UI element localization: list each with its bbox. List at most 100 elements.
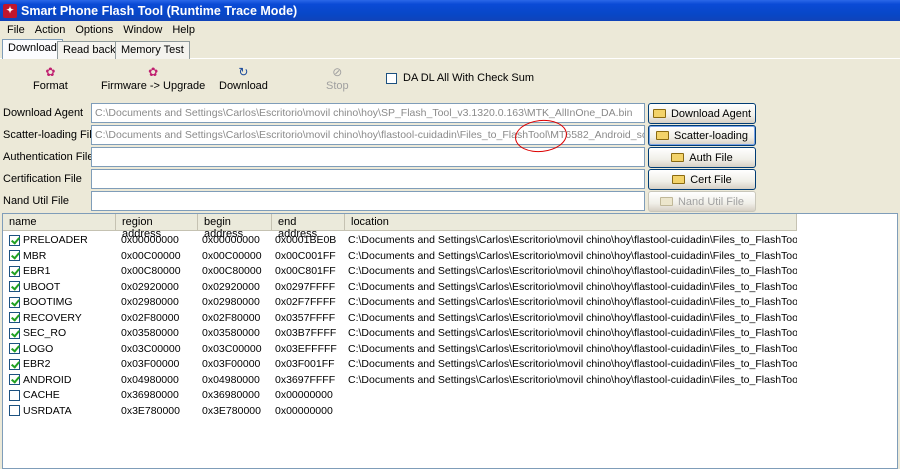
- table-row[interactable]: RECOVERY 0x02F80000 0x02F80000 0x0357FFFF C:…: [3, 310, 797, 326]
- scatter-label: Scatter-loading File: [3, 129, 98, 141]
- nand-util-button[interactable]: Nand Util File: [648, 191, 756, 212]
- auth-file-button[interactable]: Auth File: [648, 147, 756, 168]
- menu-action[interactable]: Action: [30, 24, 71, 36]
- download-agent-button-label: Download Agent: [670, 107, 752, 120]
- scatter-loading-button[interactable]: Scatter-loading: [648, 125, 756, 146]
- row-checkbox[interactable]: [9, 265, 20, 277]
- row-begin-address: 0x02920000: [202, 280, 260, 293]
- row-name-cell: CACHE: [3, 389, 116, 401]
- row-location: C:\Documents and Settings\Carlos\Escrito…: [348, 265, 797, 278]
- row-name-cell: PRELOADER: [3, 234, 116, 246]
- scatter-loading-button-label: Scatter-loading: [674, 129, 748, 142]
- row-name-cell: BOOTIMG: [3, 296, 116, 308]
- download-agent-label: Download Agent: [3, 107, 84, 119]
- row-location: C:\Documents and Settings\Carlos\Escrito…: [348, 311, 797, 324]
- window-title: Smart Phone Flash Tool (Runtime Trace Mo…: [21, 3, 298, 18]
- download-label: Download: [219, 80, 268, 92]
- nand-field[interactable]: [91, 191, 645, 211]
- row-region-address: 0x36980000: [121, 389, 179, 402]
- row-name: MBR: [23, 249, 47, 262]
- partition-list[interactable]: name region address begin address end ad…: [2, 213, 898, 469]
- row-end-address: 0x00C801FF: [275, 265, 336, 278]
- row-name: SEC_RO: [23, 327, 67, 340]
- nand-util-button-label: Nand Util File: [677, 195, 745, 208]
- row-checkbox[interactable]: [9, 296, 20, 308]
- row-checkbox[interactable]: [9, 281, 20, 293]
- row-name-cell: USRDATA: [3, 405, 116, 417]
- row-region-address: 0x00C00000: [121, 249, 181, 262]
- cert-row: Certification File Cert File: [0, 169, 900, 190]
- table-row[interactable]: EBR2 0x03F00000 0x03F00000 0x03F001FF C:\Doc…: [3, 357, 797, 373]
- stop-button[interactable]: ⊘ Stop: [326, 64, 349, 92]
- row-begin-address: 0x03580000: [202, 327, 260, 340]
- table-row[interactable]: USRDATA 0x3E780000 0x3E780000 0x00000000: [3, 403, 797, 419]
- stop-icon: ⊘: [332, 65, 343, 79]
- table-row[interactable]: SEC_RO 0x03580000 0x03580000 0x03B7FFFF C:\D…: [3, 326, 797, 342]
- row-region-address: 0x00000000: [121, 234, 179, 247]
- row-checkbox[interactable]: [9, 327, 20, 339]
- row-begin-address: 0x03C00000: [202, 342, 262, 355]
- row-end-address: 0x0357FFFF: [275, 311, 336, 324]
- row-location: C:\Documents and Settings\Carlos\Escrito…: [348, 280, 797, 293]
- table-row[interactable]: LOGO 0x03C00000 0x03C00000 0x03EFFFFF C:\Doc…: [3, 341, 797, 357]
- row-region-address: 0x04980000: [121, 373, 179, 386]
- tab-memory-test[interactable]: Memory Test: [115, 41, 190, 59]
- col-location[interactable]: location: [345, 214, 797, 231]
- menu-bar: File Action Options Window Help: [0, 21, 900, 39]
- format-label: Format: [33, 80, 68, 92]
- table-row[interactable]: CACHE 0x36980000 0x36980000 0x00000000: [3, 388, 797, 404]
- cert-file-button[interactable]: Cert File: [648, 169, 756, 190]
- row-checkbox[interactable]: [9, 234, 20, 246]
- menu-file[interactable]: File: [2, 24, 30, 36]
- firmware-upgrade-button[interactable]: ✿ Firmware -> Upgrade: [101, 64, 205, 92]
- menu-options[interactable]: Options: [70, 24, 118, 36]
- row-name: PRELOADER: [23, 234, 88, 247]
- row-end-address: 0x03B7FFFF: [275, 327, 337, 340]
- row-checkbox[interactable]: [9, 343, 20, 355]
- row-region-address: 0x03580000: [121, 327, 179, 340]
- format-button[interactable]: ✿ Format: [33, 64, 68, 92]
- row-region-address: 0x00C80000: [121, 265, 181, 278]
- row-end-address: 0x0297FFFF: [275, 280, 336, 293]
- col-begin-address[interactable]: begin address: [198, 214, 272, 240]
- download-agent-field[interactable]: C:\Documents and Settings\Carlos\Escrito…: [91, 103, 645, 123]
- row-end-address: 0x3697FFFF: [275, 373, 336, 386]
- table-row[interactable]: EBR1 0x00C80000 0x00C80000 0x00C801FF C:\Doc…: [3, 264, 797, 280]
- row-end-address: 0x03EFFFFF: [275, 342, 337, 355]
- col-end-address[interactable]: end address: [272, 214, 345, 240]
- row-checkbox[interactable]: [9, 389, 20, 401]
- row-checkbox[interactable]: [9, 312, 20, 324]
- cert-field[interactable]: [91, 169, 645, 189]
- row-begin-address: 0x04980000: [202, 373, 260, 386]
- nand-row: Nand Util File Nand Util File: [0, 191, 900, 212]
- row-name: UBOOT: [23, 280, 61, 293]
- folder-icon: [672, 175, 686, 184]
- menu-window[interactable]: Window: [118, 24, 167, 36]
- row-region-address: 0x02F80000: [121, 311, 180, 324]
- table-row[interactable]: PRELOADER 0x00000000 0x00000000 0x0001BE0B C…: [3, 233, 797, 249]
- stop-label: Stop: [326, 80, 349, 92]
- download-agent-button[interactable]: Download Agent: [648, 103, 756, 124]
- row-begin-address: 0x3E780000: [202, 404, 261, 417]
- download-button[interactable]: ↻ Download: [219, 64, 268, 92]
- table-row[interactable]: BOOTIMG 0x02980000 0x02980000 0x02F7FFFF C:\…: [3, 295, 797, 311]
- table-row[interactable]: ANDROID 0x04980000 0x04980000 0x3697FFFF C:\…: [3, 372, 797, 388]
- tab-download[interactable]: Download: [2, 39, 63, 59]
- row-checkbox[interactable]: [9, 374, 20, 386]
- row-begin-address: 0x36980000: [202, 389, 260, 402]
- table-row[interactable]: MBR 0x00C00000 0x00C00000 0x00C001FF C:\Docu…: [3, 248, 797, 264]
- row-checkbox[interactable]: [9, 250, 20, 262]
- format-icon: ✿: [45, 65, 56, 79]
- row-end-address: 0x00000000: [275, 404, 333, 417]
- row-checkbox[interactable]: [9, 405, 20, 417]
- tab-read-back[interactable]: Read back: [57, 41, 122, 59]
- auth-field[interactable]: [91, 147, 645, 167]
- table-row[interactable]: UBOOT 0x02920000 0x02920000 0x0297FFFF C:\Do…: [3, 279, 797, 295]
- row-checkbox[interactable]: [9, 358, 20, 370]
- da-dl-checksum-checkbox[interactable]: DA DL All With Check Sum: [386, 72, 534, 84]
- row-location: C:\Documents and Settings\Carlos\Escrito…: [348, 327, 797, 340]
- col-name[interactable]: name: [3, 214, 116, 231]
- row-name-cell: ANDROID: [3, 374, 116, 386]
- col-region-address[interactable]: region address: [116, 214, 198, 240]
- menu-help[interactable]: Help: [167, 24, 200, 36]
